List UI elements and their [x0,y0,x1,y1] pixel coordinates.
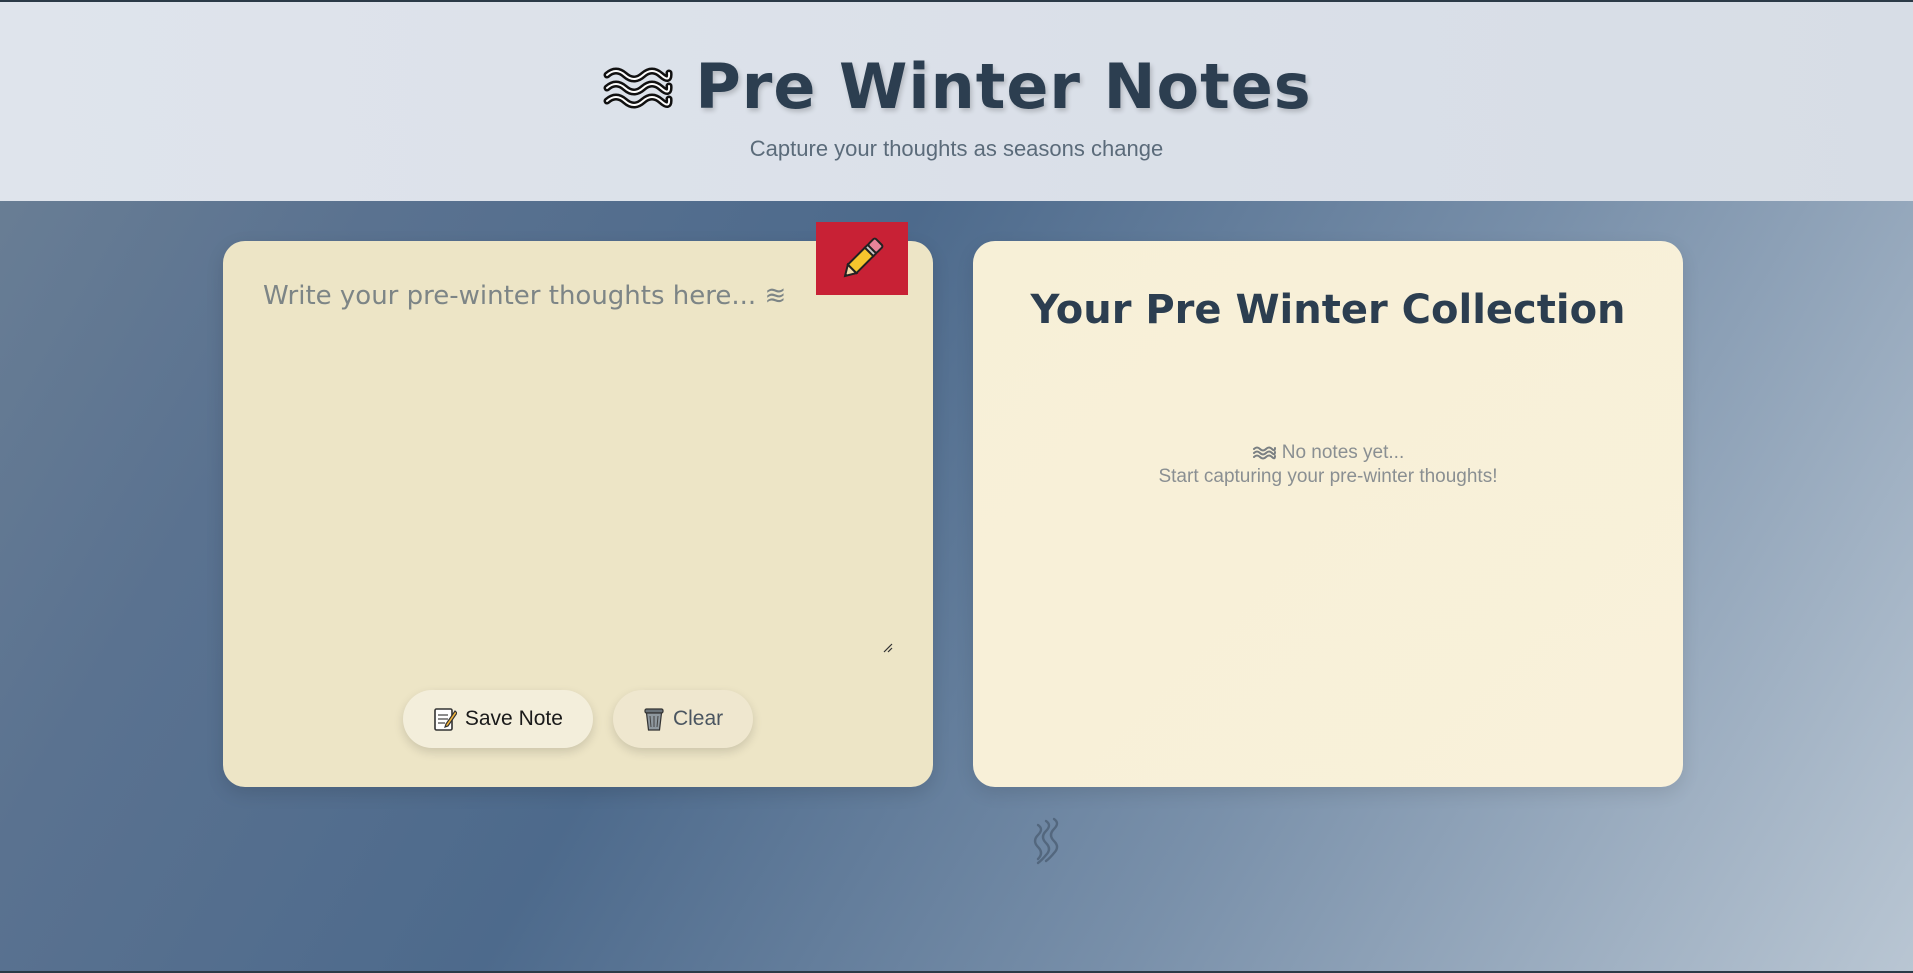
wind-icon [1033,817,1059,865]
clear-label: Clear [672,707,724,730]
page-subtitle: Capture your thoughts as seasons change [749,136,1164,161]
editor-actions: Save Note Clear [223,690,933,748]
note-editor-card: Save Note Clear [223,241,933,787]
save-note-button[interactable]: Save Note [402,690,593,748]
title-row: Pre Winter Notes [0,50,1913,123]
page-header: Pre Winter Notes Capture your thoughts a… [0,2,1913,201]
resize-handle-icon[interactable] [881,641,893,653]
empty-state: No notes yet... Start capturing your pre… [973,441,1683,489]
notes-collection-card: Your Pre Winter Collection No notes yet.… [973,241,1683,787]
empty-state-hint: Start capturing your pre-winter thoughts… [1158,466,1498,487]
pencil-badge [816,222,908,295]
wave-icon [1252,446,1276,460]
pencil-icon [843,237,884,277]
note-textarea[interactable] [263,281,878,573]
collection-title: Your Pre Winter Collection [1030,287,1626,333]
wave-icon [603,67,673,108]
page-title: Pre Winter Notes [695,50,1312,123]
empty-state-title: No notes yet... [1281,442,1405,463]
save-note-label: Save Note [464,707,563,730]
trash-icon [644,708,664,731]
memo-icon [434,708,457,731]
clear-button[interactable]: Clear [612,690,754,748]
empty-state-line-1: No notes yet... [973,441,1683,465]
